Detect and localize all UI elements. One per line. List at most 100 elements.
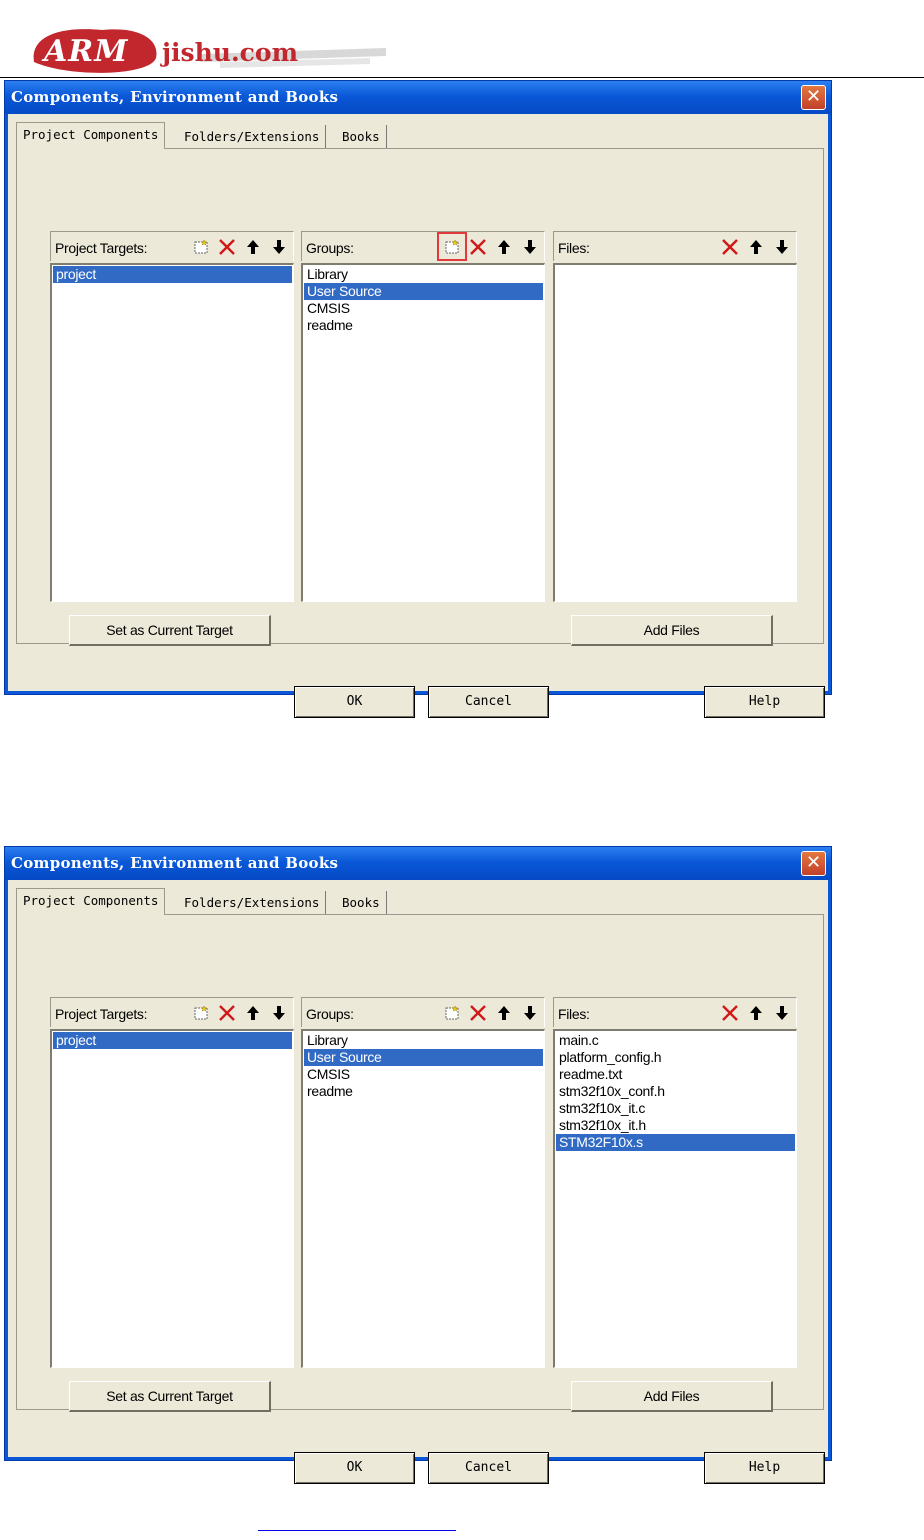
files-label: Files:	[558, 1006, 590, 1022]
tab-books[interactable]: Books	[336, 891, 387, 915]
new-group-button[interactable]	[440, 1001, 464, 1024]
tab-panel: Project Targets: project Groups: Library…	[16, 148, 824, 644]
files-listbox[interactable]	[553, 263, 797, 602]
move-up-icon	[247, 239, 259, 254]
add-files-button[interactable]: Add Files	[571, 1381, 773, 1412]
delete-file-button[interactable]	[718, 235, 742, 258]
new-target-button[interactable]	[189, 1001, 213, 1024]
header-rule	[0, 77, 924, 78]
move-target-up-button[interactable]	[241, 235, 265, 258]
delete-target-button[interactable]	[215, 1001, 239, 1024]
move-file-down-button[interactable]	[770, 1001, 794, 1024]
tab-books[interactable]: Books	[336, 125, 387, 149]
move-group-up-button[interactable]	[492, 1001, 516, 1024]
title-bar[interactable]: Components, Environment and Books ✕	[5, 81, 831, 114]
targets-label: Project Targets:	[55, 240, 148, 256]
list-item[interactable]: User Source	[304, 283, 543, 300]
move-target-up-button[interactable]	[241, 1001, 265, 1024]
new-item-icon	[194, 1004, 208, 1019]
files-column: Files: main.c platform_config.h readme.t…	[553, 997, 797, 1370]
add-files-button[interactable]: Add Files	[571, 615, 773, 646]
arm-jishu-logo: ARM jishu.com	[30, 18, 390, 80]
files-toolbar	[718, 1001, 794, 1024]
logo-text-jishu: jishu.com	[162, 38, 299, 67]
targets-label: Project Targets:	[55, 1006, 148, 1022]
move-down-icon	[524, 1005, 536, 1020]
targets-toolbar	[189, 235, 291, 258]
close-button[interactable]: ✕	[801, 851, 826, 876]
move-file-up-button[interactable]	[744, 1001, 768, 1024]
move-file-up-button[interactable]	[744, 235, 768, 258]
delete-file-button[interactable]	[718, 1001, 742, 1024]
targets-listbox[interactable]: project	[50, 263, 294, 602]
list-item[interactable]: project	[53, 1032, 292, 1049]
groups-column: Groups: Library User Source CMSIS readme	[301, 997, 545, 1370]
list-item[interactable]: stm32f10x_it.h	[556, 1117, 795, 1134]
list-item[interactable]: CMSIS	[304, 300, 543, 317]
list-item[interactable]: User Source	[304, 1049, 543, 1066]
list-item[interactable]: Library	[304, 1032, 543, 1049]
list-item[interactable]: stm32f10x_it.c	[556, 1100, 795, 1117]
move-up-icon	[247, 1005, 259, 1020]
move-down-icon	[273, 1005, 285, 1020]
new-group-button[interactable]	[437, 232, 467, 261]
set-current-target-button[interactable]: Set as Current Target	[69, 1381, 271, 1412]
set-current-target-button[interactable]: Set as Current Target	[69, 615, 271, 646]
delete-icon	[219, 238, 235, 255]
footer-link-underline[interactable]	[258, 1530, 456, 1531]
list-item[interactable]: project	[53, 266, 292, 283]
dialog-client: Project Components Folders/Extensions Bo…	[8, 114, 828, 718]
move-group-up-button[interactable]	[492, 235, 516, 258]
move-target-down-button[interactable]	[267, 1001, 291, 1024]
groups-toolbar	[437, 232, 542, 261]
move-target-down-button[interactable]	[267, 235, 291, 258]
move-down-icon	[776, 239, 788, 254]
files-listbox[interactable]: main.c platform_config.h readme.txt stm3…	[553, 1029, 797, 1368]
move-group-down-button[interactable]	[518, 1001, 542, 1024]
move-up-icon	[750, 1005, 762, 1020]
list-item[interactable]: platform_config.h	[556, 1049, 795, 1066]
files-header: Files:	[553, 997, 797, 1027]
move-up-icon	[498, 239, 510, 254]
groups-listbox[interactable]: Library User Source CMSIS readme	[301, 263, 545, 602]
list-item[interactable]: Library	[304, 266, 543, 283]
ok-button[interactable]: OK	[294, 686, 415, 718]
list-item[interactable]: main.c	[556, 1032, 795, 1049]
components-dialog: Components, Environment and Books ✕ Proj…	[4, 80, 832, 718]
cancel-button[interactable]: Cancel	[428, 1452, 549, 1484]
help-button[interactable]: Help	[704, 686, 825, 718]
components-dialog: Components, Environment and Books ✕ Proj…	[4, 846, 832, 1484]
help-button[interactable]: Help	[704, 1452, 825, 1484]
delete-group-button[interactable]	[466, 1001, 490, 1024]
move-group-down-button[interactable]	[518, 235, 542, 258]
move-file-down-button[interactable]	[770, 235, 794, 258]
list-item[interactable]: readme	[304, 1083, 543, 1100]
files-header: Files:	[553, 231, 797, 261]
delete-group-button[interactable]	[466, 235, 490, 258]
tab-folders-extensions[interactable]: Folders/Extensions	[178, 891, 327, 915]
list-item[interactable]: CMSIS	[304, 1066, 543, 1083]
delete-icon	[470, 238, 486, 255]
delete-target-button[interactable]	[215, 235, 239, 258]
tab-project-components[interactable]: Project Components	[16, 888, 166, 915]
targets-header: Project Targets:	[50, 997, 294, 1027]
title-bar[interactable]: Components, Environment and Books ✕	[5, 847, 831, 880]
list-item[interactable]: STM32F10x.s	[556, 1134, 795, 1151]
tab-panel: Project Targets: project Groups: Library…	[16, 914, 824, 1410]
close-button[interactable]: ✕	[801, 85, 826, 110]
groups-header: Groups:	[301, 231, 545, 261]
delete-icon	[722, 238, 738, 255]
delete-icon	[722, 1004, 738, 1021]
files-toolbar	[718, 235, 794, 258]
ok-button[interactable]: OK	[294, 1452, 415, 1484]
targets-listbox[interactable]: project	[50, 1029, 294, 1368]
list-item[interactable]: readme.txt	[556, 1066, 795, 1083]
list-item[interactable]: stm32f10x_conf.h	[556, 1083, 795, 1100]
logo-text-arm: ARM	[44, 34, 129, 69]
list-item[interactable]: readme	[304, 317, 543, 334]
tab-project-components[interactable]: Project Components	[16, 122, 166, 149]
cancel-button[interactable]: Cancel	[428, 686, 549, 718]
new-target-button[interactable]	[189, 235, 213, 258]
groups-listbox[interactable]: Library User Source CMSIS readme	[301, 1029, 545, 1368]
tab-folders-extensions[interactable]: Folders/Extensions	[178, 125, 327, 149]
